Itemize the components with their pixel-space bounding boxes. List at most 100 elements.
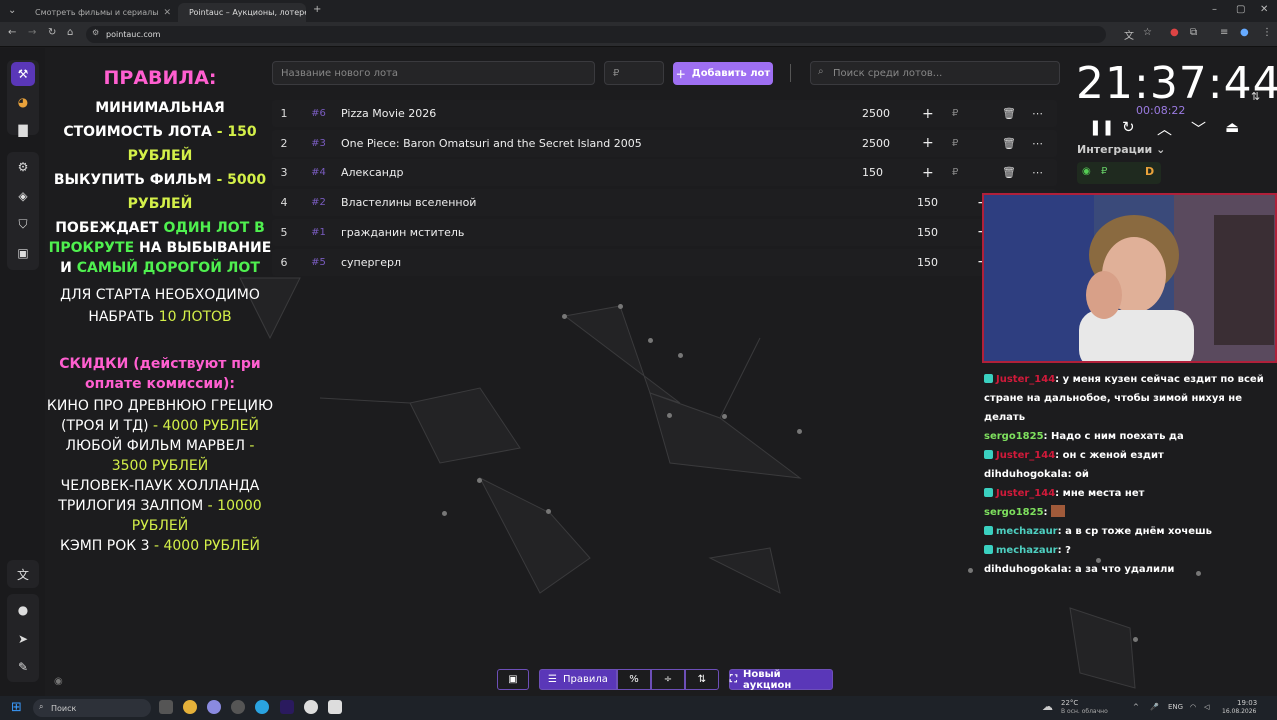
lot-name[interactable]: гражданин мститель <box>341 226 917 239</box>
app-icon[interactable] <box>231 700 245 714</box>
task-view-icon[interactable] <box>159 700 173 714</box>
more-options-icon[interactable]: ⋯ <box>1032 107 1057 120</box>
add-lot-button[interactable]: ＋ Добавить лот <box>673 62 773 85</box>
volume-icon[interactable]: ◁ <box>1204 703 1209 711</box>
sidebar-item-language[interactable]: 文 <box>11 562 35 586</box>
chat-username[interactable]: dihduhogokala <box>984 564 1068 575</box>
time-down-button[interactable]: ﹀ <box>1191 118 1206 139</box>
extensions-puzzle-icon[interactable]: ⧉ <box>1190 27 1197 38</box>
delete-lot-icon[interactable]: 🗑 <box>1002 137 1032 150</box>
sidebar-item-github[interactable]: ● <box>11 598 35 622</box>
mic-icon[interactable]: 🎤 <box>1150 703 1159 711</box>
split-button[interactable]: ÷ <box>651 669 685 690</box>
eye-icon[interactable]: ◉ <box>54 676 63 687</box>
sidebar-item-settings[interactable]: ⚙ <box>11 155 35 179</box>
window-close-icon[interactable]: ✕ <box>1260 4 1268 15</box>
lot-name[interactable]: One Piece: Baron Omatsuri and the Secret… <box>341 137 862 150</box>
chat-username[interactable]: Juster_144 <box>996 488 1055 499</box>
site-info-icon[interactable]: ⚙ <box>92 28 99 37</box>
currency-input[interactable]: ₽ <box>952 167 1002 178</box>
swap-icon[interactable]: ⇅ <box>1251 90 1260 103</box>
chat-username[interactable]: Juster_144 <box>996 374 1055 385</box>
app-icon[interactable] <box>207 700 221 714</box>
sidebar-item-layers[interactable]: ◈ <box>11 184 35 208</box>
tray-chevron-icon[interactable]: ^ <box>1133 703 1139 711</box>
url-field[interactable]: ⚙ pointauc.com <box>86 26 1106 43</box>
donationalerts-icon[interactable]: D <box>1145 165 1154 178</box>
sidebar-item-shield[interactable]: ⛉ <box>11 212 35 236</box>
minimize-icon[interactable]: – <box>1212 4 1217 15</box>
lot-amount[interactable]: 150 <box>917 226 977 239</box>
pause-button[interactable]: ❚❚ <box>1089 118 1114 136</box>
new-tab-icon[interactable]: + <box>313 4 321 15</box>
lot-amount[interactable]: 150 <box>917 256 977 269</box>
chat-username[interactable]: Juster_144 <box>996 450 1055 461</box>
weather-temp[interactable]: 22°C <box>1061 699 1078 707</box>
lot-name[interactable]: супергерл <box>341 256 917 269</box>
chat-username[interactable]: mechazaur <box>996 526 1058 537</box>
reset-button[interactable]: ↻ <box>1122 118 1135 136</box>
currency-input[interactable]: ₽ <box>952 108 1002 119</box>
telegram-icon[interactable] <box>255 700 269 714</box>
maximize-icon[interactable]: ▢ <box>1236 4 1245 15</box>
lot-name[interactable]: Властелины вселенной <box>341 196 917 209</box>
lot-amount[interactable]: 150 <box>862 166 922 179</box>
integrations-label[interactable]: Интеграции ⌄ <box>1077 143 1165 156</box>
sidebar-item-auction[interactable]: ⚒ <box>11 62 35 86</box>
tab-movies[interactable]: Смотреть фильмы и сериалы ✕ <box>24 3 174 22</box>
obs-icon[interactable] <box>304 700 318 714</box>
bookmark-star-icon[interactable]: ☆ <box>1143 27 1152 38</box>
delete-lot-icon[interactable]: 🗑 <box>1002 107 1032 120</box>
save-button[interactable]: ▣ <box>497 669 529 690</box>
reading-list-icon[interactable]: ≡ <box>1220 27 1228 38</box>
collapse-button[interactable]: ⏏ <box>1225 118 1239 136</box>
close-tab-icon[interactable]: ✕ <box>164 8 172 18</box>
lot-search-input[interactable]: ⌕ Поиск среди лотов... <box>810 61 1060 85</box>
lot-name[interactable]: Александр <box>341 166 862 179</box>
premiere-icon[interactable] <box>280 700 294 714</box>
currency-input[interactable]: ₽ <box>952 138 1002 149</box>
app-icon[interactable] <box>328 700 342 714</box>
sidebar-item-docs[interactable]: ✎ <box>11 655 35 679</box>
chrome-icon[interactable] <box>183 700 197 714</box>
profile-avatar[interactable]: ● <box>1240 27 1249 38</box>
chat-username[interactable]: mechazaur <box>996 545 1058 556</box>
add-amount-button[interactable]: + <box>922 106 952 122</box>
taskbar-search[interactable]: ⌕ Поиск <box>33 699 151 717</box>
lot-amount[interactable]: 150 <box>917 196 977 209</box>
extension-icon[interactable]: ● <box>1170 27 1179 38</box>
add-amount-button[interactable]: + <box>922 165 952 181</box>
chat-username[interactable]: sergo1825 <box>984 507 1044 518</box>
language-indicator[interactable]: ENG <box>1168 703 1183 711</box>
more-options-icon[interactable]: ⋯ <box>1032 137 1057 150</box>
home-icon[interactable]: ⌂ <box>67 27 73 38</box>
lot-amount[interactable]: 2500 <box>862 137 922 150</box>
delete-lot-icon[interactable]: 🗑 <box>1002 166 1032 179</box>
wifi-icon[interactable]: ◠ <box>1190 703 1196 711</box>
browser-menu-icon[interactable]: ⋮ <box>1262 27 1272 38</box>
back-icon[interactable]: ← <box>8 27 16 38</box>
new-auction-button[interactable]: ⛶ Новый аукцион <box>729 669 833 691</box>
chat-username[interactable]: dihduhogokala <box>984 469 1068 480</box>
sidebar-item-telegram[interactable]: ➤ <box>11 627 35 651</box>
taskbar-time[interactable]: 19:03 <box>1237 699 1257 707</box>
rules-button[interactable]: ☰ Правила <box>539 669 617 690</box>
new-lot-name-input[interactable]: Название нового лота <box>272 61 595 85</box>
windows-start-icon[interactable]: ⊞ <box>11 700 22 715</box>
time-up-button[interactable]: ︿ <box>1157 118 1172 139</box>
translate-icon[interactable]: 文 <box>1124 27 1134 42</box>
sidebar-item-stats[interactable]: ▇ <box>11 118 35 142</box>
more-options-icon[interactable]: ⋯ <box>1032 166 1057 179</box>
add-amount-button[interactable]: + <box>922 135 952 151</box>
forward-icon[interactable]: → <box>28 27 36 38</box>
percent-button[interactable]: % <box>617 669 651 690</box>
reload-icon[interactable]: ↻ <box>48 27 56 38</box>
sidebar-item-wheel[interactable]: ◕ <box>11 90 35 114</box>
sidebar-item-media[interactable]: ▣ <box>11 241 35 265</box>
new-lot-amount-input[interactable]: ₽ <box>604 61 664 85</box>
chat-username[interactable]: sergo1825 <box>984 431 1044 442</box>
tab-menu-icon[interactable]: ⌄ <box>8 5 16 16</box>
lot-name[interactable]: Pizza Movie 2026 <box>341 107 862 120</box>
lot-amount[interactable]: 2500 <box>862 107 922 120</box>
sort-button[interactable]: ⇅ <box>685 669 719 690</box>
